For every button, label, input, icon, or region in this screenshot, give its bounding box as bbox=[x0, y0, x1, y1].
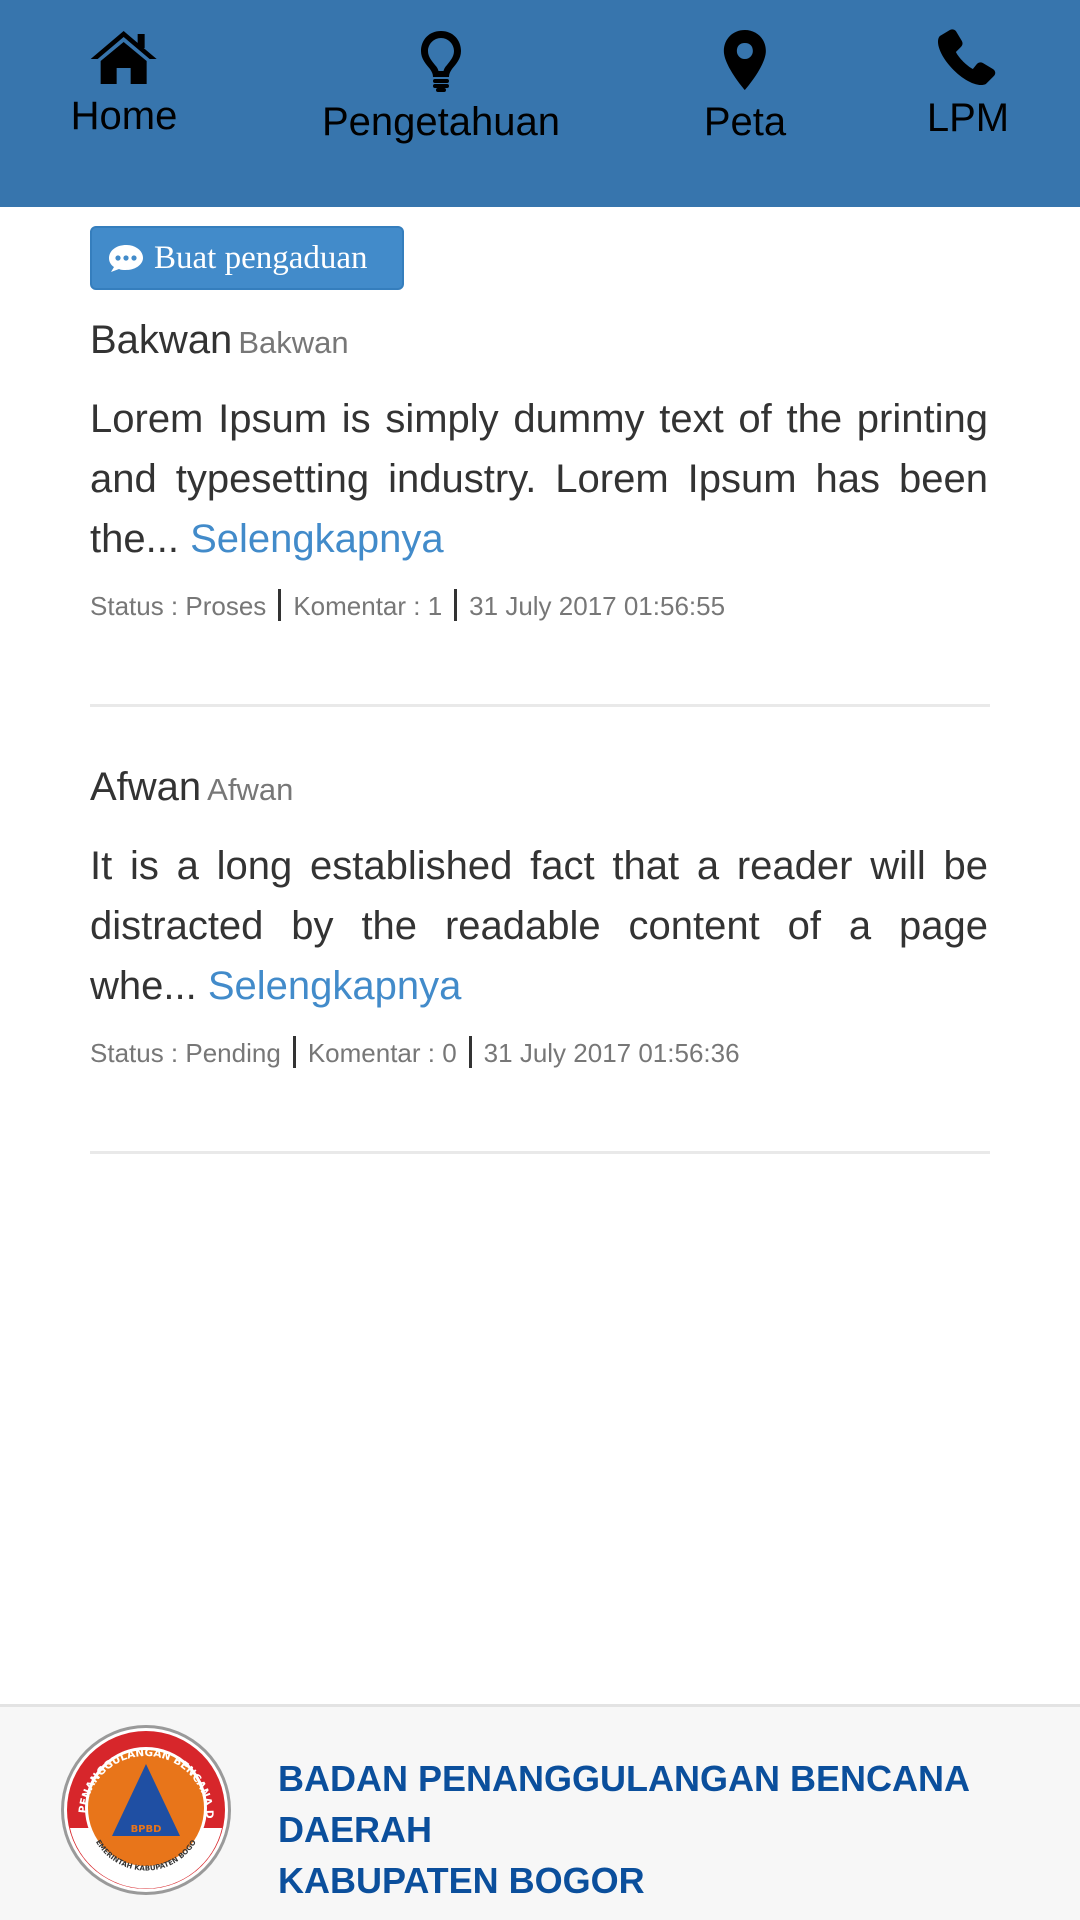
nav-item-home[interactable]: Home bbox=[70, 28, 178, 140]
home-icon bbox=[90, 31, 157, 84]
post-meta: Status : Proses Komentar : 1 31 July 2017 … bbox=[90, 589, 990, 624]
post-title: Bakwan bbox=[90, 318, 233, 362]
post-excerpt: Lorem Ipsum is simply dummy text of the … bbox=[90, 389, 988, 569]
footer-line-3: KABUPATEN BOGOR bbox=[278, 1860, 645, 1901]
post-comment-count: Komentar : 0 bbox=[307, 1038, 457, 1068]
post-title: Afwan bbox=[90, 765, 202, 809]
top-nav: Home Pengetahuan Peta LPM bbox=[0, 0, 1080, 207]
nav-label-home: Home bbox=[70, 94, 178, 138]
meta-separator bbox=[454, 589, 458, 622]
nav-item-pengetahuan[interactable]: Pengetahuan bbox=[322, 28, 560, 146]
post-timestamp: 31 July 2017 01:56:36 bbox=[483, 1038, 740, 1068]
meta-separator bbox=[468, 1036, 472, 1069]
post-divider bbox=[90, 1151, 990, 1154]
post-excerpt: It is a long established fact that a rea… bbox=[90, 836, 988, 1016]
post-status: Status : Proses bbox=[90, 591, 267, 621]
footer: BPBD BADAN PENANGGULANGAN BENCANA DAERAH… bbox=[0, 1704, 1080, 1920]
post-item: Bakwan Bakwan Lorem Ipsum is simply dummy… bbox=[90, 318, 990, 624]
post-status: Status : Pending bbox=[90, 1038, 281, 1068]
post-item: Afwan Afwan It is a long established fact… bbox=[90, 765, 990, 1071]
post-timestamp: 31 July 2017 01:56:55 bbox=[469, 591, 726, 621]
post-comment-count: Komentar : 1 bbox=[293, 591, 443, 621]
footer-line-2: DAERAH bbox=[278, 1809, 433, 1850]
nav-label-lpm: LPM bbox=[926, 96, 1010, 140]
read-more-link[interactable]: Selengkapnya bbox=[190, 517, 444, 561]
lightbulb-icon bbox=[420, 31, 461, 92]
comment-icon bbox=[109, 245, 143, 272]
post-subtitle: Bakwan bbox=[238, 325, 349, 360]
post-divider bbox=[90, 704, 990, 707]
post-heading: Afwan Afwan bbox=[90, 765, 990, 810]
footer-org-name: BADAN PENANGGULANGAN BENCANA DAERAH KABU… bbox=[278, 1753, 1038, 1906]
create-complaint-button[interactable]: Buat pengaduan bbox=[90, 226, 404, 290]
meta-separator bbox=[278, 589, 282, 622]
post-heading: Bakwan Bakwan bbox=[90, 318, 990, 363]
footer-line-1: BADAN PENANGGULANGAN BENCANA bbox=[278, 1758, 970, 1799]
post-subtitle: Afwan bbox=[207, 772, 294, 807]
logo-center-text: BPBD bbox=[131, 1824, 162, 1835]
phone-icon bbox=[938, 29, 996, 86]
page: Home Pengetahuan Peta LPM Buat pengaduan… bbox=[0, 0, 1080, 1920]
nav-label-peta: Peta bbox=[703, 100, 787, 144]
map-marker-icon bbox=[723, 30, 766, 90]
nav-label-pengetahuan: Pengetahuan bbox=[321, 100, 561, 144]
read-more-link[interactable]: Selengkapnya bbox=[208, 964, 462, 1008]
create-complaint-label: Buat pengaduan bbox=[154, 239, 368, 276]
bpbd-logo: BPBD BADAN PENANGGULANGAN BENCANA DAERAH… bbox=[60, 1724, 231, 1895]
nav-item-peta[interactable]: Peta bbox=[704, 28, 786, 146]
meta-separator bbox=[292, 1036, 296, 1069]
nav-item-lpm[interactable]: LPM bbox=[927, 28, 1009, 142]
post-meta: Status : Pending Komentar : 0 31 July 2017… bbox=[90, 1036, 990, 1071]
